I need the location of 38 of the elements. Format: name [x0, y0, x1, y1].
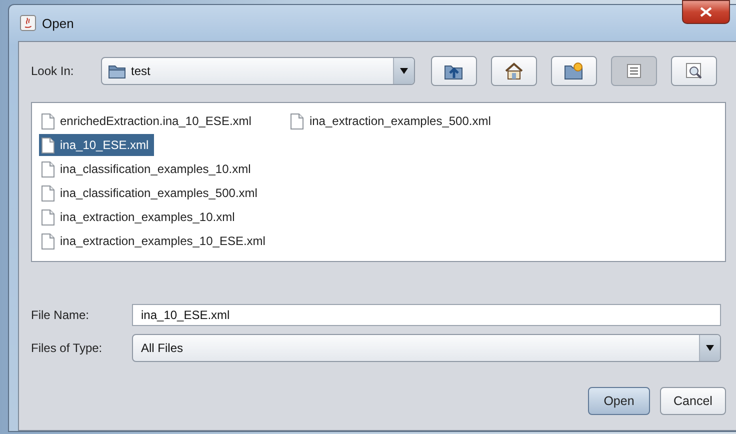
- new-folder-button[interactable]: [551, 56, 597, 86]
- file-item[interactable]: ina_extraction_examples_500.xml: [288, 110, 496, 132]
- file-item[interactable]: ina_extraction_examples_10_ESE.xml: [39, 230, 270, 252]
- file-icon: [41, 184, 55, 202]
- file-icon: [41, 208, 55, 226]
- home-button[interactable]: [491, 56, 537, 86]
- up-button[interactable]: [431, 56, 477, 86]
- look-in-dropdown[interactable]: test: [101, 57, 415, 85]
- file-item[interactable]: ina_classification_examples_500.xml: [39, 182, 262, 204]
- cancel-button[interactable]: Cancel: [660, 387, 726, 415]
- file-icon: [41, 112, 55, 130]
- new-folder-icon: [564, 62, 584, 80]
- details-button[interactable]: [671, 56, 717, 86]
- file-icon: [41, 232, 55, 250]
- open-button[interactable]: Open: [588, 387, 650, 415]
- file-name-field[interactable]: ina_10_ESE.xml: [132, 304, 721, 326]
- file-item[interactable]: ina_classification_examples_10.xml: [39, 158, 256, 180]
- window-title: Open: [42, 16, 74, 30]
- file-icon: [41, 136, 55, 154]
- file-item[interactable]: ina_extraction_examples_10.xml: [39, 206, 240, 228]
- caret-icon: [706, 345, 714, 351]
- caret-icon: [400, 68, 408, 74]
- list-button[interactable]: [611, 56, 657, 86]
- app-icon: [20, 15, 36, 31]
- list-view-icon: [627, 64, 641, 78]
- file-item[interactable]: enrichedExtraction.ina_10_ESE.xml: [39, 110, 256, 132]
- file-name-label: File Name:: [31, 308, 90, 322]
- file-icon: [290, 112, 304, 130]
- folder-icon: [108, 64, 126, 78]
- close-button[interactable]: [682, 0, 730, 24]
- file-type-dropdown[interactable]: All Files: [132, 334, 721, 362]
- details-view-icon: [685, 62, 703, 80]
- close-icon: [700, 7, 712, 17]
- file-item[interactable]: ina_10_ESE.xml: [39, 134, 154, 156]
- home-icon: [504, 62, 524, 80]
- look-in-label: Look In:: [31, 64, 75, 78]
- file-icon: [41, 160, 55, 178]
- file-type-label: Files of Type:: [31, 341, 104, 355]
